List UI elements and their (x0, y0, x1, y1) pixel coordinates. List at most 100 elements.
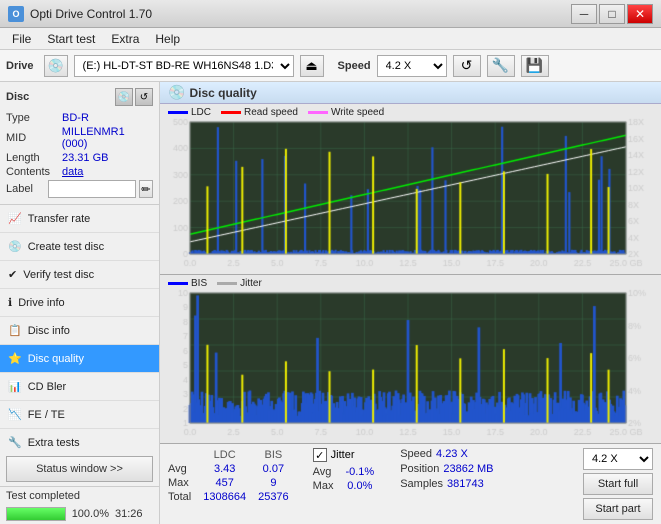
label-input[interactable] (48, 180, 136, 198)
minimize-button[interactable]: ─ (571, 4, 597, 24)
position-row: Position 23862 MB (400, 463, 493, 475)
sidebar-item-verify-test-disc[interactable]: ✔ Verify test disc (0, 261, 159, 289)
verify-test-disc-label: Verify test disc (23, 269, 94, 281)
legend-write-speed: Write speed (308, 107, 384, 118)
disc-section: Disc 💿 ↺ Type BD-R MID MILLENMR1 (000) L… (0, 82, 159, 205)
total-label: Total (168, 490, 203, 504)
app-title: Opti Drive Control 1.70 (30, 7, 152, 21)
right-panel: 💿 Disc quality LDC Read speed (160, 82, 661, 524)
bottom-chart-legend: BIS Jitter (168, 278, 262, 289)
status-text: Test completed (6, 490, 153, 502)
create-test-disc-icon: 💿 (8, 240, 22, 253)
title-bar: O Opti Drive Control 1.70 ─ □ ✕ (0, 0, 661, 28)
transfer-rate-label: Transfer rate (28, 213, 91, 225)
contents-label: Contents (6, 166, 62, 178)
cd-bler-label: CD Bler (28, 381, 67, 393)
action-section: 4.2 X Start full Start part (583, 448, 653, 520)
contents-value[interactable]: data (62, 166, 83, 178)
chart-header: 💿 Disc quality (160, 82, 661, 104)
start-full-button[interactable]: Start full (583, 473, 653, 495)
bis-color (168, 282, 188, 285)
menu-start-test[interactable]: Start test (39, 30, 103, 48)
disc-info-label: Disc info (28, 325, 70, 337)
cd-bler-icon: 📊 (8, 380, 22, 393)
max-ldc: 457 (203, 476, 258, 490)
chart-header-icon: 💿 (168, 84, 185, 101)
menu-file[interactable]: File (4, 30, 39, 48)
sidebar-item-cd-bler[interactable]: 📊 CD Bler (0, 373, 159, 401)
menu-extra[interactable]: Extra (103, 30, 147, 48)
menu-bar: File Start test Extra Help (0, 28, 661, 50)
avg-ldc: 3.43 (203, 462, 258, 476)
settings-button[interactable]: 🔧 (487, 55, 515, 77)
eject-button[interactable]: ⏏ (300, 55, 324, 77)
total-ldc: 1308664 (203, 490, 258, 504)
title-bar-left: O Opti Drive Control 1.70 (8, 6, 152, 22)
disc-icon-1[interactable]: 💿 (115, 88, 133, 106)
chart-title: Disc quality (189, 86, 256, 100)
speed-block: Speed 4.23 X Position 23862 MB Samples 3… (400, 448, 493, 490)
stats-speed-select[interactable]: 4.2 X (583, 448, 653, 470)
position-label: Position (400, 463, 439, 475)
drive-info-label: Drive info (18, 297, 64, 309)
refresh-button[interactable]: ↺ (453, 55, 481, 77)
max-bis: 9 (258, 476, 301, 490)
disc-contents-field: Contents data (6, 166, 153, 178)
sidebar-item-drive-info[interactable]: ℹ Drive info (0, 289, 159, 317)
close-button[interactable]: ✕ (627, 4, 653, 24)
disc-header: Disc 💿 ↺ (6, 88, 153, 106)
speed-select[interactable]: 4.2 X (377, 55, 447, 77)
sidebar-item-create-test-disc[interactable]: 💿 Create test disc (0, 233, 159, 261)
progress-bar-fill (7, 508, 65, 520)
total-bis: 25376 (258, 490, 301, 504)
position-value: 23862 MB (443, 463, 493, 475)
menu-help[interactable]: Help (147, 30, 188, 48)
length-label: Length (6, 152, 62, 164)
maximize-button[interactable]: □ (599, 4, 625, 24)
drive-select[interactable]: (E:) HL-DT-ST BD-RE WH16NS48 1.D3 (74, 55, 294, 77)
save-button[interactable]: 💾 (521, 55, 549, 77)
speed-stat-label: Speed (400, 448, 432, 460)
stats-section: LDC BIS Avg 3.43 0.07 Max 457 9 (160, 443, 661, 524)
jitter-header: ✓ Jitter (313, 448, 387, 462)
sidebar-item-transfer-rate[interactable]: 📈 Transfer rate (0, 205, 159, 233)
jitter-label-text: Jitter (331, 449, 355, 461)
col-header-ldc: LDC (203, 448, 258, 462)
start-part-button[interactable]: Start part (583, 498, 653, 520)
speed-row: Speed 4.23 X (400, 448, 493, 460)
bottom-chart-canvas (160, 275, 661, 443)
jitter-max-label: Max (313, 479, 346, 493)
legend-read-speed: Read speed (221, 107, 298, 118)
progress-bar-section: 100.0% 31:26 (0, 505, 159, 524)
drive-bar: Drive 💿 (E:) HL-DT-ST BD-RE WH16NS48 1.D… (0, 50, 661, 82)
disc-icon-2[interactable]: ↺ (135, 88, 153, 106)
jitter-avg-value: -0.1% (345, 465, 386, 479)
label-edit-button[interactable]: ✏ (139, 180, 153, 198)
sidebar-item-fe-te[interactable]: 📉 FE / TE (0, 401, 159, 429)
samples-value: 381743 (447, 478, 484, 490)
top-chart-canvas (160, 104, 661, 274)
drive-label: Drive (6, 60, 34, 72)
charts-container: LDC Read speed Write speed (160, 104, 661, 443)
sidebar-item-extra-tests[interactable]: 🔧 Extra tests (0, 429, 159, 452)
sidebar-item-disc-info[interactable]: 📋 Disc info (0, 317, 159, 345)
app-icon: O (8, 6, 24, 22)
extra-tests-icon: 🔧 (8, 436, 22, 449)
legend-jitter: Jitter (217, 278, 262, 289)
bis-label: BIS (191, 278, 207, 289)
status-window-button[interactable]: Status window >> (6, 456, 153, 482)
disc-header-icons: 💿 ↺ (115, 88, 153, 106)
legend-ldc: LDC (168, 107, 211, 118)
jitter-checkbox[interactable]: ✓ (313, 448, 327, 462)
progress-bar-container (6, 507, 66, 521)
top-chart-legend: LDC Read speed Write speed (168, 107, 384, 118)
write-speed-label: Write speed (331, 107, 384, 118)
col-header-bis: BIS (258, 448, 301, 462)
mid-value: MILLENMR1 (000) (62, 126, 153, 150)
read-speed-label: Read speed (244, 107, 298, 118)
nav-items: 📈 Transfer rate 💿 Create test disc ✔ Ver… (0, 205, 159, 452)
status-window-label: Status window >> (36, 463, 123, 475)
sidebar-item-disc-quality[interactable]: ⭐ Disc quality (0, 345, 159, 373)
time-text: 31:26 (115, 508, 153, 520)
col-header-empty (168, 448, 203, 462)
